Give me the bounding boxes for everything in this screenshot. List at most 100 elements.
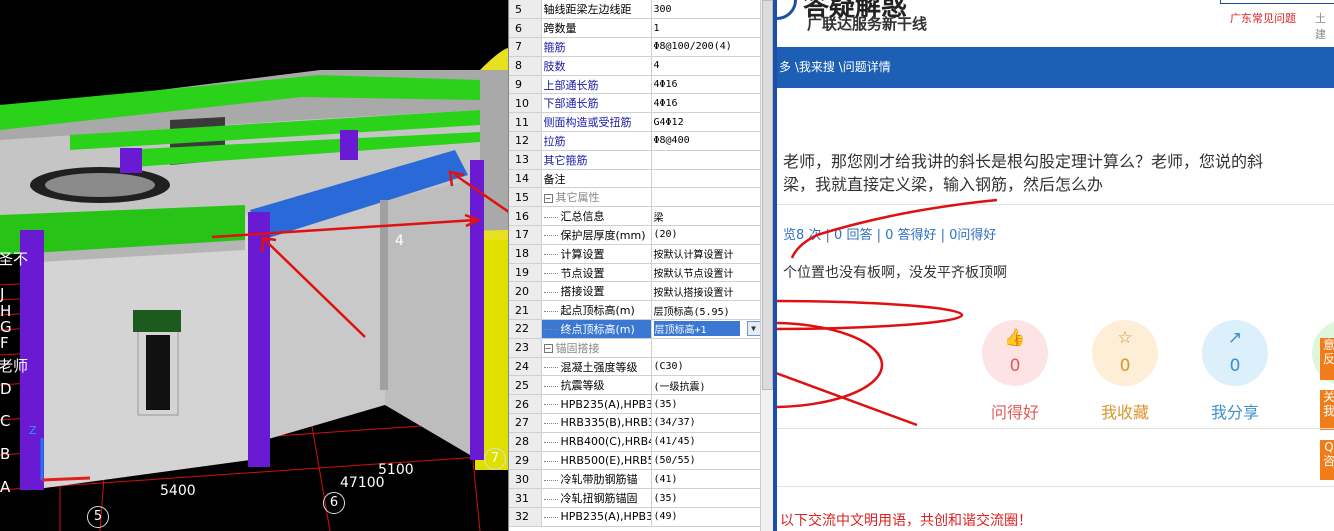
tree-indent <box>543 273 558 275</box>
action-favorite[interactable]: ☆ 0 我收藏 <box>1091 320 1159 423</box>
top-link-guangdong[interactable]: 广东常见问题 <box>1230 10 1296 26</box>
property-value[interactable]: (41) <box>651 469 762 490</box>
property-row[interactable]: 7 箍筋 Φ8@100/200(4) <box>509 37 762 57</box>
property-value[interactable]: 按默认计算设置计 <box>651 244 762 264</box>
property-value[interactable]: Φ8@100/200(4) <box>651 37 762 57</box>
property-value[interactable] <box>651 187 762 208</box>
property-name: 节点设置 <box>541 263 652 283</box>
property-row[interactable]: 10 下部通长筋 4Φ16 <box>509 93 762 114</box>
property-scrollbar[interactable] <box>760 0 773 531</box>
logo-icon <box>777 0 797 20</box>
property-name-text: 冷轧扭钢筋锚固 <box>560 492 638 506</box>
property-value[interactable]: (34/37) <box>651 413 762 433</box>
row-number: 32 <box>509 507 542 527</box>
property-row[interactable]: 22 终点顶标高(m) 层顶标高+1 ▼ <box>509 319 762 339</box>
collapse-toggle-icon[interactable]: − <box>543 344 553 354</box>
side-tab-qq[interactable]: Q咨 <box>1320 440 1334 480</box>
row-number: 31 <box>509 488 542 509</box>
property-row[interactable]: 24 混凝土强度等级 (C30) <box>509 357 762 377</box>
property-row[interactable]: 21 起点顶标高(m) 层顶标高(5.95) <box>509 300 762 321</box>
row-number: 5 <box>509 0 542 20</box>
property-row[interactable]: 18 计算设置 按默认计算设置计 <box>509 244 762 264</box>
property-value[interactable]: (49) <box>651 507 762 527</box>
property-name: HRB335(B),HRB3 <box>541 413 652 433</box>
tree-indent <box>543 329 558 331</box>
property-value[interactable] <box>651 150 762 170</box>
tree-indent <box>543 291 558 293</box>
row-number: 8 <box>509 56 542 76</box>
action-circle[interactable]: ☆ 0 <box>1092 320 1158 386</box>
side-tab-follow[interactable]: 关我 <box>1320 390 1334 430</box>
property-value[interactable]: (20) <box>651 225 762 245</box>
property-row[interactable]: 15− 其它属性 <box>509 187 762 208</box>
property-row[interactable]: 11 侧面构造或受扭筋 G4Φ12 <box>509 112 762 133</box>
property-row[interactable]: 23− 锚固搭接 <box>509 338 762 358</box>
search-box[interactable] <box>1220 0 1334 4</box>
property-value-input[interactable]: 层顶标高+1 <box>653 321 740 337</box>
dropdown-arrow-icon[interactable]: ▼ <box>746 321 760 337</box>
property-value[interactable]: (C30) <box>651 357 762 377</box>
property-value[interactable] <box>651 338 762 358</box>
property-row[interactable]: 28 HRB400(C),HRB4 (41/45) <box>509 432 762 452</box>
property-value[interactable] <box>651 169 762 189</box>
property-value[interactable]: 4 <box>651 56 762 76</box>
property-row[interactable]: 12 拉筋 Φ8@400 <box>509 131 762 151</box>
property-row[interactable]: 31 冷轧扭钢筋锚固 (35) <box>509 488 762 509</box>
property-row[interactable]: 14 备注 <box>509 169 762 189</box>
property-row[interactable]: 8 肢数 4 <box>509 56 762 76</box>
property-row[interactable]: 6 跨数量 1 <box>509 18 762 39</box>
action-share[interactable]: ↗ 0 我分享 <box>1201 320 1269 423</box>
property-row[interactable]: 19 节点设置 按默认节点设置计 <box>509 263 762 283</box>
property-value[interactable]: G4Φ12 <box>651 112 762 133</box>
action-circle[interactable]: ↗ 0 <box>1202 320 1268 386</box>
property-row[interactable]: 29 HRB500(E),HRB5 (50/55) <box>509 451 762 471</box>
property-grid-panel[interactable]: 5 轴线距梁左边线距 300 6 跨数量 1 7 箍筋 Φ8@100/200(4) 8 肢数 4 9 上部… <box>508 0 773 531</box>
property-value[interactable]: 4Φ16 <box>651 75 762 95</box>
property-value[interactable]: 4Φ16 <box>651 93 762 114</box>
question-stats[interactable]: 览8 次 | 0 回答 | 0 答得好 | 0问得好 <box>783 224 996 243</box>
row-number: 19 <box>509 263 542 283</box>
cad-3d-viewport[interactable]: 圣不 老师 J H G F D C B A 5400 47100 5100 4 … <box>0 0 508 531</box>
property-row[interactable]: 5 轴线距梁左边线距 300 <box>509 0 762 20</box>
side-tab-feedback[interactable]: 意反 <box>1320 338 1334 380</box>
property-name-text: 节点设置 <box>560 266 605 280</box>
property-value[interactable]: (一级抗震) <box>651 375 762 396</box>
property-value[interactable]: 层顶标高(5.95) <box>651 300 762 321</box>
top-link-civil[interactable]: 土建 <box>1315 10 1334 42</box>
action-ask-good[interactable]: 👍 0 问得好 <box>981 320 1049 423</box>
property-row[interactable]: 17 保护层厚度(mm) (20) <box>509 225 762 245</box>
property-value[interactable]: (41/45) <box>651 432 762 452</box>
property-name: 其它箍筋 <box>541 150 652 170</box>
collapse-toggle-icon[interactable]: − <box>543 193 553 203</box>
property-value[interactable]: 1 <box>651 18 762 39</box>
breadcrumb[interactable]: 多 \我来搜 \问题详情 <box>777 47 1334 88</box>
action-label[interactable]: 我分享 <box>1201 399 1269 423</box>
property-row[interactable]: 13 其它箍筋 <box>509 150 762 170</box>
property-row[interactable]: 27 HRB335(B),HRB3 (34/37) <box>509 413 762 433</box>
property-value-text: 4Φ16 <box>653 79 678 91</box>
property-row[interactable]: 25 抗震等级 (一级抗震) <box>509 375 762 396</box>
property-value[interactable]: (35) <box>651 488 762 509</box>
action-circle[interactable]: 👍 0 <box>982 320 1048 386</box>
action-count: 0 <box>1119 356 1131 376</box>
property-value[interactable]: 按默认搭接设置计 <box>651 281 762 302</box>
action-label[interactable]: 我收藏 <box>1091 399 1159 423</box>
property-value[interactable]: 按默认节点设置计 <box>651 263 762 283</box>
scrollbar-thumb[interactable] <box>762 0 773 390</box>
property-row[interactable]: 26 HPB235(A),HPB3 (35) <box>509 394 762 415</box>
property-value[interactable]: Φ8@400 <box>651 131 762 151</box>
property-row[interactable]: 9 上部通长筋 4Φ16 <box>509 75 762 95</box>
property-value[interactable]: (35) <box>651 394 762 415</box>
action-label[interactable]: 问得好 <box>981 399 1049 423</box>
property-row[interactable]: 20 搭接设置 按默认搭接设置计 <box>509 281 762 302</box>
property-row[interactable]: 30 冷轧带肋钢筋锚 (41) <box>509 469 762 490</box>
property-name-text: 跨数量 <box>543 22 577 36</box>
property-row[interactable]: 16 汇总信息 梁 <box>509 206 762 227</box>
property-value[interactable]: (50/55) <box>651 451 762 471</box>
property-value-text: (C30) <box>653 361 684 373</box>
property-value[interactable]: 300 <box>651 0 762 20</box>
property-value-text: Φ8@400 <box>653 135 690 147</box>
property-value[interactable]: 层顶标高+1 ▼ <box>651 319 762 339</box>
property-row[interactable]: 32 HPB235(A),HPB3 (49) <box>509 507 762 527</box>
property-value[interactable]: 梁 <box>651 206 762 227</box>
